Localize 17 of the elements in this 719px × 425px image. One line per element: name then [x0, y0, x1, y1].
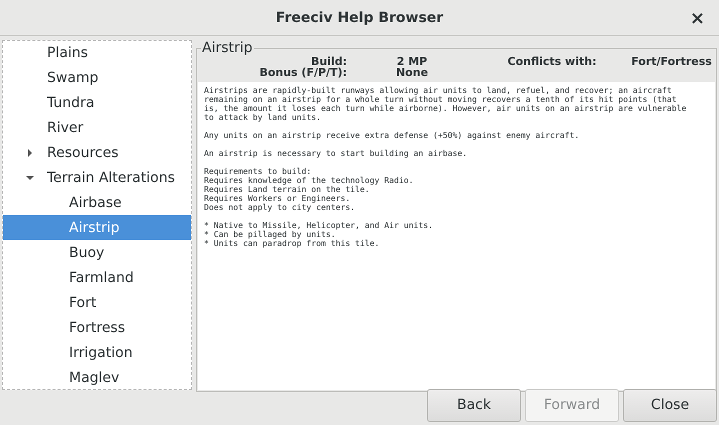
- info-value: None: [394, 67, 430, 78]
- info-label: Conflicts with:: [506, 56, 598, 67]
- expand-arrow-icon[interactable]: [25, 148, 35, 158]
- info-value: 2 MP: [396, 56, 428, 67]
- help-paragraph: * Native to Missile, Helicopter, and Air units. * Can be pillaged by units. * Units can paradrop from this tile.: [204, 221, 434, 248]
- close-button[interactable]: ×: [686, 8, 709, 29]
- window-title: Freeciv Help Browser: [276, 10, 444, 26]
- dialog-button[interactable]: Close: [623, 388, 717, 422]
- info-label: Bonus (F/P/T):: [258, 67, 347, 78]
- info-value: Fort/Fortress: [630, 56, 713, 67]
- topic-title: Airstrip: [201, 40, 254, 56]
- help-paragraph: Any units on an airstrip receive extra defense (+50%) against enemy aircraft.: [204, 131, 580, 140]
- help-paragraph: Airstrips are rapidly-built runways allowing air units to land, refuel, and recover; an aircraft remaining on an airstrip for a whole turn without moving recovers a tenth of its hit points (that is, the amount it loses each turn while airborne). However, air units on an airstrip are vulnerable to attack by land units.: [204, 86, 688, 122]
- info-label: Build:: [310, 56, 347, 67]
- dialog-button[interactable]: Back: [427, 388, 521, 422]
- help-paragraph: An airstrip is necessary to start building an airbase.: [204, 149, 468, 158]
- help-paragraph: Requirements to build: Requires knowledge of the technology Radio. Requires Land terrain on the tile. Requires Workers or Engineers. Does not apply to city centers.: [204, 167, 415, 212]
